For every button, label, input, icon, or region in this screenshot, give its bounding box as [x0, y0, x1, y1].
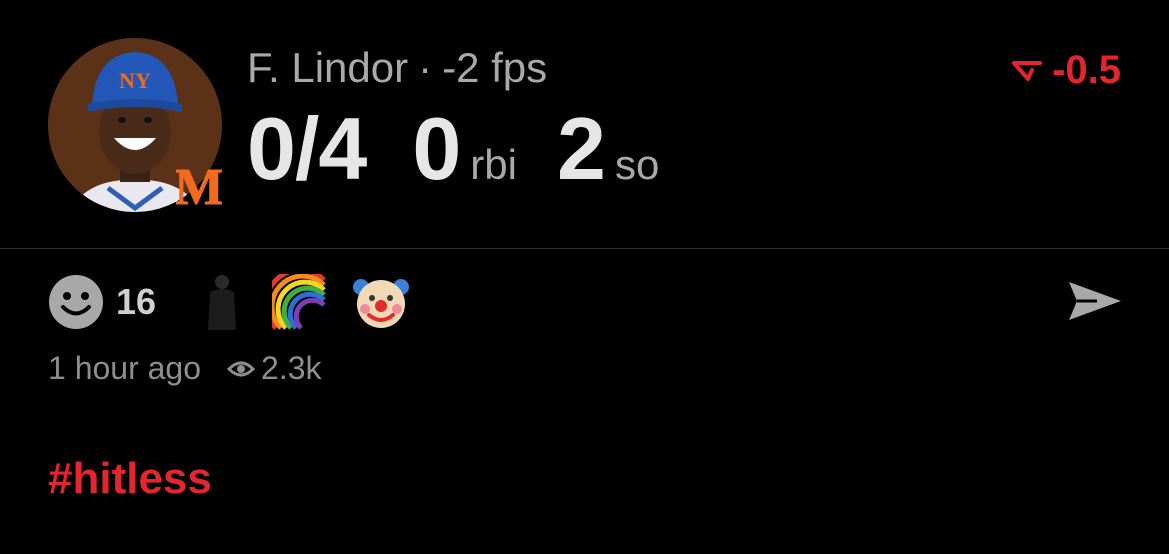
post-card: NY M F. Lindor · -2 fps -0.5 0/4 0 rbi 2 s… — [0, 0, 1169, 554]
points-delta: -0.5 — [1012, 48, 1121, 93]
delta-value: -0.5 — [1052, 48, 1121, 92]
send-icon[interactable] — [1067, 278, 1123, 324]
timestamp: 1 hour ago — [48, 350, 202, 386]
rbi-label: rbi — [470, 141, 517, 188]
mets-logo-icon: M — [176, 159, 222, 217]
reaction-count: 16 — [116, 281, 157, 322]
reactions-bar: 16 — [48, 272, 410, 332]
silhouette-icon[interactable] — [202, 272, 242, 332]
so-value: 2 — [556, 99, 606, 198]
smiley-reaction-icon[interactable] — [48, 274, 104, 330]
views-value: 2.3k — [261, 350, 322, 386]
post-meta: 1 hour ago 2.3k — [48, 350, 322, 387]
hashtag-link[interactable]: #hitless — [48, 454, 212, 504]
clown-icon[interactable] — [352, 273, 410, 331]
so-label: so — [614, 141, 660, 188]
view-count: 2.3k — [227, 350, 322, 387]
player-name-line[interactable]: F. Lindor · -2 fps — [247, 44, 547, 92]
stat-line: 0/4 0 rbi 2 so — [247, 98, 659, 200]
hits-stat: 0/4 — [247, 99, 367, 198]
name-separator: · — [418, 44, 433, 91]
svg-text:NY: NY — [119, 68, 151, 93]
divider — [0, 248, 1169, 249]
eye-icon — [227, 361, 256, 376]
rainbow-icon[interactable] — [272, 274, 328, 330]
rbi-value: 0 — [412, 99, 461, 198]
fantasy-points: -2 fps — [442, 44, 548, 91]
svg-text:M: M — [176, 159, 222, 216]
trend-down-icon — [1012, 60, 1043, 81]
player-name[interactable]: F. Lindor — [247, 44, 408, 91]
